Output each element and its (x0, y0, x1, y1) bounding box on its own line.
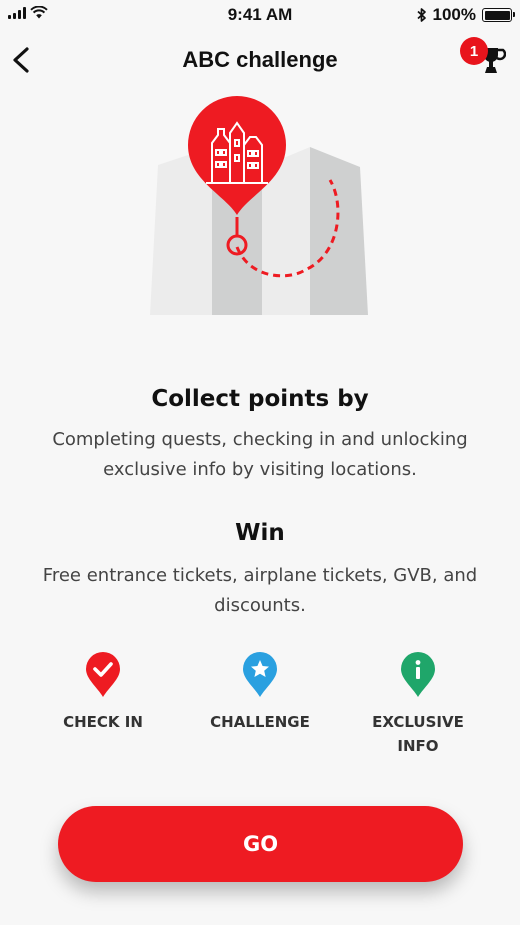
collect-description: Completing quests, checking in and unloc… (52, 429, 468, 480)
check-pin-icon (86, 652, 120, 697)
feature-label-exclusive-info: EXCLUSIVE INFO (343, 710, 493, 758)
feature-label-line: INFO (397, 737, 439, 755)
feature-label-check-in: CHECK IN (63, 713, 143, 731)
feature-label-challenge: CHALLENGE (210, 713, 310, 731)
win-heading: Win (235, 520, 285, 546)
feature-label-line: EXCLUSIVE (372, 713, 464, 731)
feature-check-in: CHECK IN (28, 652, 178, 734)
battery-percent: 100% (432, 5, 476, 24)
trophy-button[interactable]: 1 (460, 37, 510, 81)
trophy-badge: 1 (460, 37, 488, 65)
bluetooth-icon (416, 8, 426, 22)
star-pin-icon (243, 652, 277, 697)
feature-list: CHECK IN CHALLENGE EXCLUSIVE INFO (0, 652, 520, 762)
battery-icon (482, 8, 515, 22)
go-button[interactable]: GO (58, 806, 463, 882)
collect-heading: Collect points by (151, 386, 369, 412)
feature-challenge: CHALLENGE (185, 652, 335, 734)
info-pin-icon (401, 652, 435, 697)
feature-exclusive-info: EXCLUSIVE INFO (343, 652, 493, 758)
nav-bar: ABC challenge 1 (0, 35, 520, 85)
status-right: 100% (416, 5, 515, 25)
page-title: ABC challenge (182, 47, 338, 72)
map-illustration (150, 96, 368, 315)
status-bar: 9:41 AM 100% (0, 0, 520, 30)
win-description: Free entrance tickets, airplane tickets,… (42, 565, 478, 616)
